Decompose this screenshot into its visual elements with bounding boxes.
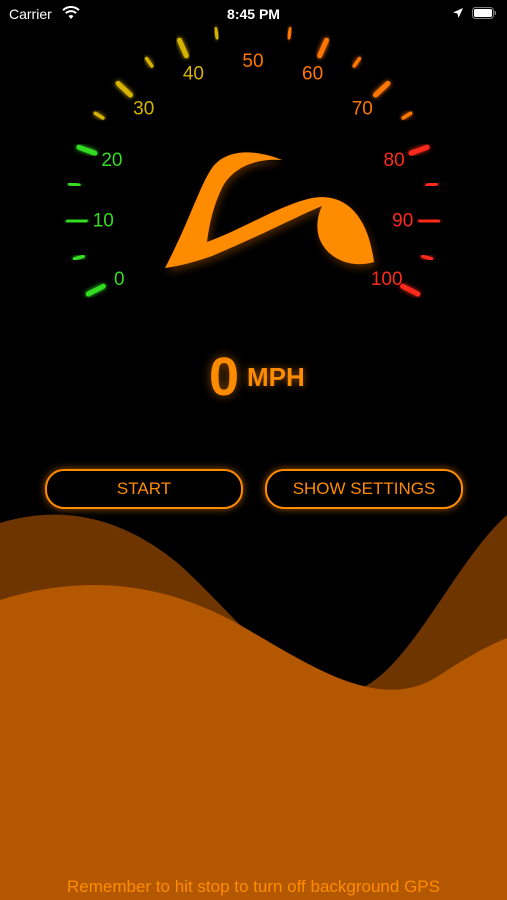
speed-value: 0 — [208, 347, 239, 407]
gauge-tick-15 — [68, 182, 81, 187]
gauge-tick-80 — [408, 144, 430, 156]
gauge-tick-40 — [177, 37, 189, 59]
gauge-label-70: 70 — [352, 98, 373, 119]
gauge-label-0: 0 — [114, 269, 125, 290]
gauge-label-10: 10 — [93, 210, 114, 231]
gps-reminder-text: Remember to hit stop to turn off backgro… — [67, 877, 440, 896]
gauge-tick-30 — [115, 80, 133, 98]
show-settings-button[interactable]: SHOW SETTINGS — [265, 469, 463, 509]
gauge-tick-20 — [76, 144, 98, 156]
gauge-tick-25 — [93, 111, 105, 120]
gauge-tick-65 — [352, 56, 362, 68]
gauge-label-20: 20 — [101, 150, 122, 171]
speedometer-gauge: 0 10 20 30 40 50 60 70 80 90 100 — [65, 22, 441, 297]
gauge-tick-70 — [373, 80, 391, 98]
gauge-tick-60 — [317, 37, 329, 59]
gauge-label-50: 50 — [242, 51, 263, 72]
gauge-label-90: 90 — [392, 210, 413, 231]
gauge-tick-5 — [72, 254, 85, 261]
start-button[interactable]: START — [45, 469, 243, 509]
gauge-tick-0 — [85, 283, 106, 297]
gauge-tick-100 — [400, 283, 421, 297]
wave-background — [0, 514, 507, 900]
gauge-tick-45 — [213, 27, 220, 40]
gauge-label-80: 80 — [384, 150, 405, 171]
speed-unit: MPH — [247, 362, 305, 392]
gauge-label-40: 40 — [183, 63, 204, 84]
gauge-tick-55 — [286, 27, 293, 40]
gauge-tick-75 — [401, 111, 413, 120]
gauge-label-30: 30 — [133, 98, 154, 119]
gauge-tick-90 — [418, 218, 441, 225]
gauge-tick-10 — [65, 218, 88, 225]
speed-readout: 0 MPH — [0, 346, 507, 407]
gauge-tick-85 — [425, 182, 438, 187]
speed-needle — [165, 152, 376, 272]
gauge-label-60: 60 — [302, 63, 323, 84]
gauge-tick-35 — [144, 56, 154, 68]
gauge-tick-95 — [421, 254, 434, 261]
gauge-label-100: 100 — [371, 269, 403, 290]
